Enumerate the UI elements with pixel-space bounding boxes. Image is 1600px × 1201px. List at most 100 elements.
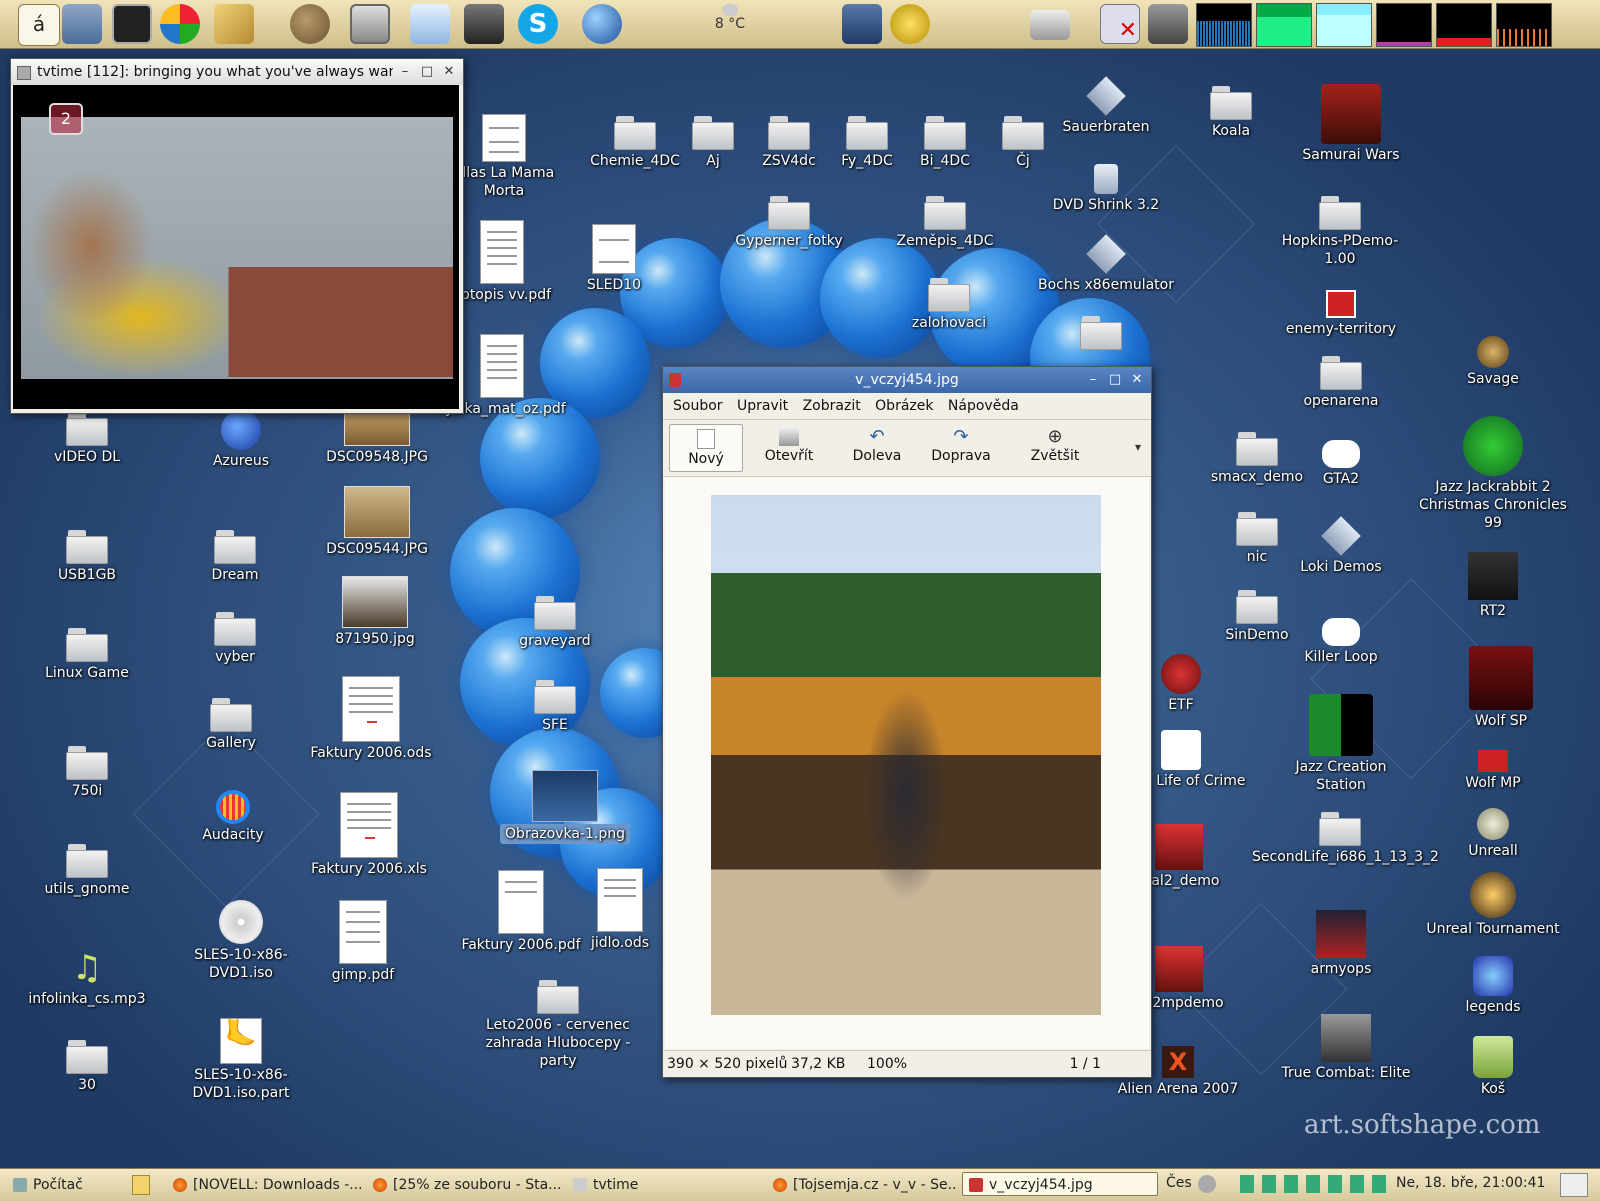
- desktop-icon-iso[interactable]: SLES-10-x86-DVD1.iso: [176, 900, 306, 982]
- minimize-button[interactable]: –: [397, 64, 413, 80]
- viewer-titlebar[interactable]: v_vczyj454.jpg – □ ✕: [663, 367, 1151, 393]
- notes-icon[interactable]: [132, 1175, 150, 1195]
- weather-applet[interactable]: 8 °C: [700, 4, 760, 32]
- eog-app-icon[interactable]: [669, 373, 681, 387]
- desktop-icon-image[interactable]: DSC09548.JPG: [312, 408, 442, 466]
- desktop-icon-file[interactable]: SLED10: [548, 224, 680, 294]
- desktop-icon-image[interactable]: 871950.jpg: [310, 576, 440, 648]
- desktop-icon-folder[interactable]: USB1GB: [22, 530, 152, 584]
- desktop-icon-image[interactable]: DSC09544.JPG: [312, 486, 442, 558]
- settings-icon[interactable]: [62, 4, 102, 44]
- desktop-icon-file[interactable]: 🦶 SLES-10-x86-DVD1.iso.part: [176, 1018, 306, 1102]
- desktop-icon-game[interactable]: enemy-territory: [1276, 290, 1406, 338]
- show-desktop-icon[interactable]: [1560, 1173, 1588, 1197]
- tray-icons[interactable]: [1240, 1175, 1390, 1193]
- taskbar-item-tvtime[interactable]: tvtime: [566, 1172, 762, 1196]
- desktop-icon-game[interactable]: Unreal Tournament: [1408, 872, 1578, 938]
- desktop-icon-game[interactable]: Jazz Creation Station: [1276, 694, 1406, 794]
- image-canvas[interactable]: [665, 477, 1149, 1049]
- menu-obrazek[interactable]: Obrázek: [875, 398, 933, 414]
- desktop-icon-game[interactable]: Wolf SP: [1436, 646, 1566, 730]
- taskbar-item-image-viewer[interactable]: v_vczyj454.jpg: [962, 1172, 1158, 1196]
- desktop-icon-folder[interactable]: zalohovaci: [884, 278, 1014, 332]
- drive-icon[interactable]: [1030, 10, 1070, 40]
- calculator-icon[interactable]: [1148, 4, 1188, 44]
- toolbar-overflow-chevron-icon[interactable]: ▾: [1135, 440, 1141, 454]
- taskbar-item-firefox-novell[interactable]: [NOVELL: Downloads -...: [166, 1172, 362, 1196]
- volume-icon[interactable]: [1198, 1175, 1216, 1193]
- desktop-icon-folder[interactable]: vyber: [170, 612, 300, 666]
- taskbar-item-firefox-download[interactable]: [25% ze souboru - Sta...: [366, 1172, 562, 1196]
- camera-icon[interactable]: [464, 4, 504, 44]
- menu-upravit[interactable]: Upravit: [737, 398, 788, 414]
- skype-icon[interactable]: S: [518, 4, 558, 44]
- desktop-icon-folder[interactable]: [1036, 316, 1166, 350]
- close-button[interactable]: ✕: [1129, 372, 1145, 388]
- desktop-icon-folder[interactable]: graveyard: [490, 596, 620, 650]
- maximize-button[interactable]: □: [1107, 372, 1123, 388]
- rotate-right-button[interactable]: ↷ Doprava: [925, 424, 997, 470]
- menu-soubor[interactable]: Soubor: [673, 398, 723, 414]
- desktop-icon-folder[interactable]: SFE: [490, 680, 620, 734]
- desktop-icon-folder[interactable]: openarena: [1276, 356, 1406, 410]
- desktop-icon-folder[interactable]: 750i: [22, 746, 152, 800]
- disc-box-icon[interactable]: [214, 4, 254, 44]
- keyboard-layout-button[interactable]: á: [18, 4, 60, 46]
- image-viewer-window[interactable]: v_vczyj454.jpg – □ ✕ Soubor Upravit Zobr…: [662, 366, 1152, 1078]
- network-computer-icon[interactable]: [842, 4, 882, 44]
- computer-menu-button[interactable]: Počítač: [6, 1172, 134, 1196]
- scanner-icon[interactable]: [410, 4, 450, 44]
- tv-video-area[interactable]: 2: [13, 85, 459, 409]
- menu-zobrazit[interactable]: Zobrazit: [803, 398, 861, 414]
- tvtime-window[interactable]: tvtime [112]: bringing you what you've a…: [10, 58, 464, 414]
- desktop-icon-game[interactable]: Killer Loop: [1276, 618, 1406, 666]
- taskbar-item-firefox-tojsemja[interactable]: [Tojsemja.cz - v_v - Se...: [766, 1172, 958, 1196]
- desktop-icon-spreadsheet[interactable]: Faktury 2006.ods: [306, 676, 436, 762]
- desktop-icon-game[interactable]: legends: [1428, 956, 1558, 1016]
- desktop-icon-game[interactable]: Wolf MP: [1428, 750, 1558, 792]
- desktop-icon-trash[interactable]: Koš: [1428, 1036, 1558, 1098]
- desktop-icon-app[interactable]: Bochs x86emulator: [1036, 234, 1176, 294]
- desktop-icon-app[interactable]: DVD Shrink 3.2: [1036, 164, 1176, 214]
- desktop-icon-spreadsheet[interactable]: Faktury 2006.xls: [304, 792, 434, 878]
- desktop-icon-folder[interactable]: 30: [22, 1040, 152, 1094]
- window-menu-icon[interactable]: [17, 66, 31, 80]
- desktop-icon-folder[interactable]: Zeměpis_4DC: [880, 196, 1010, 250]
- movie-clapper-icon[interactable]: [112, 4, 152, 44]
- close-button[interactable]: ✕: [441, 64, 457, 80]
- minimize-button[interactable]: –: [1085, 372, 1101, 388]
- desktop-icon-folder[interactable]: SecondLife_i686_1_13_3_2: [1252, 812, 1439, 866]
- desktop-icon-game[interactable]: True Combat: Elite: [1276, 1014, 1416, 1082]
- desktop-icon-app[interactable]: Sauerbraten: [1036, 76, 1176, 136]
- desktop-icon-folder[interactable]: utils_gnome: [22, 844, 152, 898]
- desktop-icon-folder[interactable]: Koala: [1166, 86, 1296, 140]
- desktop-icon-image-selected[interactable]: Obrazovka-1.png: [500, 770, 630, 844]
- desktop-icon-game[interactable]: Unreall: [1428, 808, 1558, 860]
- open-button[interactable]: Otevřít: [753, 424, 825, 470]
- desktop-icon-folder[interactable]: Dream: [170, 530, 300, 584]
- rotate-left-button[interactable]: ↶ Doleva: [841, 424, 913, 470]
- new-button[interactable]: Nový: [669, 424, 743, 472]
- desktop-icon-game[interactable]: GTA2: [1276, 440, 1406, 488]
- desktop-icon-app[interactable]: Azureus: [176, 410, 306, 470]
- desktop-icon-folder[interactable]: Leto2006 - cervenec zahrada Hlubocepy - …: [478, 980, 638, 1070]
- tvtime-titlebar[interactable]: tvtime [112]: bringing you what you've a…: [11, 59, 463, 85]
- menu-napoveda[interactable]: Nápověda: [948, 398, 1019, 414]
- star-icon[interactable]: [890, 4, 930, 44]
- desktop-icon-game[interactable]: Jazz Jackrabbit 2 Christmas Chronicles 9…: [1408, 416, 1578, 532]
- display-icon[interactable]: [350, 4, 390, 44]
- desktop-icon-audio[interactable]: ♫ infolinka_cs.mp3: [22, 948, 152, 1008]
- desktop-icon-game[interactable]: Savage: [1428, 336, 1558, 388]
- zoom-in-button[interactable]: ⊕ Zvětšit: [1019, 424, 1091, 470]
- desktop-icon-folder[interactable]: Linux Game: [22, 628, 152, 682]
- desktop-icon-pdf[interactable]: gimp.pdf: [298, 900, 428, 984]
- clock[interactable]: Ne, 18. bře, 21:00:41: [1396, 1175, 1545, 1191]
- desktop-icon-game[interactable]: RT2: [1428, 552, 1558, 620]
- desktop-icon-folder[interactable]: Gyperner_fotky: [724, 196, 854, 250]
- desktop-icon-folder[interactable]: Hopkins-PDemo-1.00: [1270, 196, 1410, 268]
- x-window-icon[interactable]: ✕: [1100, 4, 1140, 44]
- picasa-icon[interactable]: [160, 4, 200, 44]
- maximize-button[interactable]: □: [419, 64, 435, 80]
- desktop-icon-folder[interactable]: Gallery: [166, 698, 296, 752]
- keyboard-indicator[interactable]: Čes: [1166, 1175, 1192, 1191]
